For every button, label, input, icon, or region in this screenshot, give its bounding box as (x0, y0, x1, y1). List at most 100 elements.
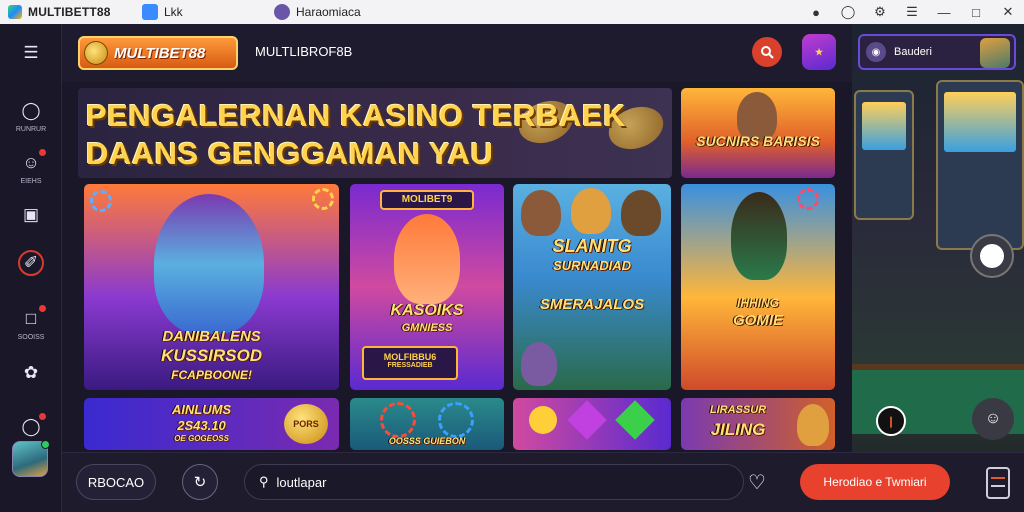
rail-tag[interactable]: ◯ (0, 413, 62, 440)
slot-machine-image (936, 80, 1024, 250)
card-title-3: OE GOGEOSS (174, 434, 229, 443)
primary-cta-button[interactable]: Herodiao e Twmiari (800, 464, 950, 500)
card-title-2: GMNIESS (401, 322, 453, 334)
casino-chip (90, 190, 112, 212)
maximize-icon[interactable]: □ (960, 0, 992, 24)
hamburger-icon: ☰ (23, 43, 39, 62)
game-card-row2-2[interactable]: OOSSS GUIEBON (350, 398, 504, 450)
right-pane: ◉ Bauderi ❙ ☺ (852, 24, 1024, 512)
card-title: SUCNIRS BARISIS (696, 133, 820, 149)
app-name: MULTIBETT88 (28, 5, 111, 19)
pin-icon: ⚲ (259, 474, 269, 489)
rail-message[interactable]: □ SOOISS (0, 305, 62, 341)
search-field-text: loutlapar (276, 474, 327, 490)
card-title-2: 2S43.10 (177, 418, 226, 433)
user-name: Bauderi (894, 46, 932, 58)
game-card-featured[interactable]: DANIBALENS KUSSIRSOD FCAPBOONE! (84, 184, 339, 390)
character-figure (521, 342, 557, 386)
record-button[interactable] (970, 234, 1014, 278)
card-title-3: SMERAJALOS (539, 296, 645, 313)
search-icon (761, 46, 774, 59)
user-avatar[interactable] (12, 440, 50, 477)
card-title-2: SURNADIAD (553, 258, 631, 273)
casino-chip (380, 402, 416, 438)
tab-2[interactable]: Haraomiaca (264, 0, 464, 24)
rail-gift[interactable]: ☺ EIEHS (0, 149, 62, 185)
account-button[interactable]: RBOCAO (76, 464, 156, 500)
rail-message-label: SOOISS (17, 334, 45, 341)
user-card[interactable]: ◉ Bauderi (858, 34, 1016, 70)
card-title-1: DANIBALENS (162, 328, 261, 345)
tab-2-label: Haraomiaca (296, 5, 361, 19)
close-icon[interactable]: ✕ (992, 0, 1024, 24)
chat-bubble-icon[interactable]: ☺ (972, 398, 1014, 440)
game-card-col2[interactable]: MOLIBET9 KASOIKS GMNIESS MOLFIBBU6 FRESS… (350, 184, 504, 390)
character-figure (394, 214, 460, 304)
logo-text: MULTIBET88 (114, 44, 206, 62)
light-icon[interactable]: ❙ (876, 406, 906, 436)
card-title-1: LIRASSUR (709, 404, 767, 416)
character-figure (571, 188, 611, 234)
bottom-bar: RBOCAO ↻ ⚲ loutlapar ♡ Herodiao e Twmiar… (62, 452, 1024, 512)
promo-icon[interactable]: ★ (802, 34, 836, 70)
card-title-1: KASOIKS (390, 302, 464, 319)
app-logo-icon (8, 5, 22, 19)
card-title-1: IHHING (737, 296, 779, 310)
card-badge: MOLIBET9 (380, 190, 474, 210)
window-titlebar: MULTIBETT88 Lkk Haraomiaca ● ◯ ⚙ ☰ — □ ✕ (0, 0, 1024, 24)
notification-dot (39, 149, 46, 156)
card-title-1: OOSSS GUIEBON (388, 436, 466, 446)
card-title-1: AINLUMS (171, 402, 232, 417)
rail-chat[interactable]: ◯ RUNRUR (0, 98, 62, 133)
game-card-top-right[interactable]: SUCNIRS BARISIS (681, 88, 835, 178)
card-title-3: FCAPBOONE! (171, 368, 252, 382)
card-title-2: GOMIE (732, 312, 783, 329)
message-icon: □ (18, 305, 46, 332)
card-bottom-badge: MOLFIBBU6 FRESSADIEB (362, 346, 458, 380)
chat-icon: ◯ (21, 101, 41, 120)
game-card-row2-3[interactable] (513, 398, 671, 450)
refresh-icon: ↻ (193, 474, 207, 491)
online-status-dot (41, 440, 50, 449)
character-figure (621, 190, 661, 236)
game-card-row2-1[interactable]: AINLUMS 2S43.10 OE GOGEOSS PORS (84, 398, 339, 450)
casino-chip (797, 188, 819, 210)
tab-1[interactable]: Lkk (132, 0, 262, 24)
coin-icon[interactable]: ● (800, 0, 832, 24)
refresh-button[interactable]: ↻ (182, 464, 218, 500)
game-card-col3[interactable]: SLANITG SURNADIAD SMERAJALOS (513, 184, 671, 390)
casino-chip (438, 402, 474, 438)
rail-puzzle[interactable]: ✿ (0, 360, 62, 386)
card-title-2: KUSSIRSOD (160, 346, 263, 365)
gift-icon: ☺ (18, 149, 46, 176)
rail-menu[interactable]: ☰ (0, 40, 62, 66)
coin-badge: PORS (284, 404, 328, 444)
brand-logo[interactable]: MULTIBET88 (78, 36, 238, 70)
top-header: MULTIBET88 MULTLIBROF8B ★ (62, 24, 852, 82)
game-card-col4[interactable]: IHHING GOMIE (681, 184, 835, 390)
tab-1-label: Lkk (164, 5, 183, 19)
search-button[interactable] (752, 37, 782, 67)
home-icon (142, 4, 158, 20)
character-figure (797, 404, 829, 446)
game-card-row2-4[interactable]: LIRASSUR JILING (681, 398, 835, 450)
pen-icon: ✐ (18, 250, 44, 276)
phone-menu-icon[interactable] (986, 467, 1010, 499)
search-field[interactable]: ⚲ loutlapar (244, 464, 744, 500)
main-content: PENGALERNAN KASINO TERBAEK DAANS GENGGAM… (62, 82, 852, 452)
hero-banner: PENGALERNAN KASINO TERBAEK DAANS GENGGAM… (78, 88, 672, 178)
tag-icon: ◯ (18, 413, 46, 440)
user-avatar-small (980, 38, 1010, 68)
rail-image[interactable]: ▣ (0, 202, 62, 228)
chrome-icon[interactable]: ◯ (832, 0, 864, 24)
hero-headline-1: PENGALERNAN KASINO TERBAEK (86, 98, 627, 133)
image-icon: ▣ (22, 205, 40, 224)
character-figure (521, 190, 561, 236)
menu-icon[interactable]: ☰ (896, 0, 928, 24)
notification-dot (39, 305, 46, 312)
slot-machine-image (854, 90, 914, 220)
settings-icon[interactable]: ⚙ (864, 0, 896, 24)
minimize-icon[interactable]: — (928, 0, 960, 24)
favorite-icon[interactable]: ♡ (748, 470, 766, 495)
rail-pen[interactable]: ✐ (0, 250, 62, 276)
